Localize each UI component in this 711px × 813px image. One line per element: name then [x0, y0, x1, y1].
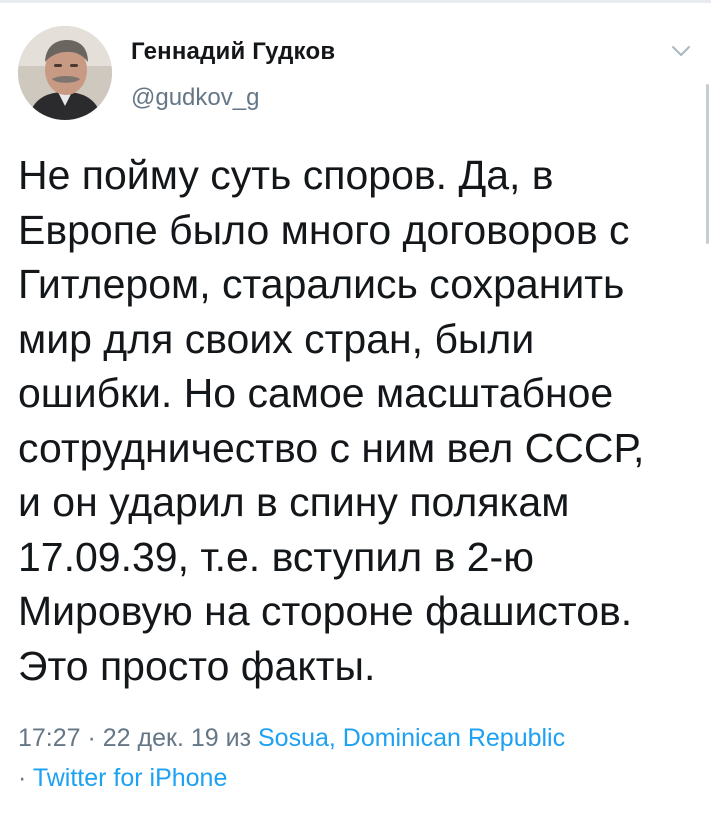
tweet-text-line: Это просто факты. [18, 642, 376, 689]
location-link[interactable]: Sosua, Dominican Republic [258, 724, 565, 752]
source-link[interactable]: Twitter for iPhone [33, 764, 228, 792]
tweet-text-line: Мировую на стороне фашистов. [18, 588, 633, 634]
top-divider [0, 0, 711, 3]
tweet-text-line: и он ударил в спину полякам [18, 479, 570, 525]
tweet-text-line: сотрудничество с ним вел СССР, [18, 424, 645, 471]
from-word: из [218, 724, 258, 752]
user-handle[interactable]: @gudkov_g [131, 84, 259, 112]
tweet-date[interactable]: 22 дек. 19 [103, 724, 219, 752]
tweet-text-line: мир для своих стран, были [18, 315, 535, 362]
display-name[interactable]: Геннадий Гудков [131, 38, 335, 66]
tweet-text-line: Гитлером, старались сохранить [18, 261, 625, 307]
avatar-photo [18, 26, 112, 120]
meta-separator: · [80, 724, 103, 752]
tweet-text: Не пойму суть споров. Да, в Европе было … [18, 148, 702, 693]
tweet-text-line: 17.09.39, т.е. вступил в 2-ю [18, 533, 534, 580]
scrollbar[interactable] [706, 84, 709, 244]
tweet-text-line: ошибки. Но самое масштабное [18, 370, 614, 416]
avatar[interactable] [18, 26, 112, 120]
chevron-down-icon[interactable] [670, 40, 692, 62]
tweet-text-line: Европе было много договоров с [18, 206, 630, 253]
tweet-meta: 17:27 · 22 дек. 19 из Sosua, Dominican R… [18, 718, 702, 798]
tweet-text-line: Не пойму суть споров. Да, в [18, 152, 554, 198]
tweet-time[interactable]: 17:27 [18, 724, 81, 752]
meta-separator-2: · [18, 764, 33, 792]
